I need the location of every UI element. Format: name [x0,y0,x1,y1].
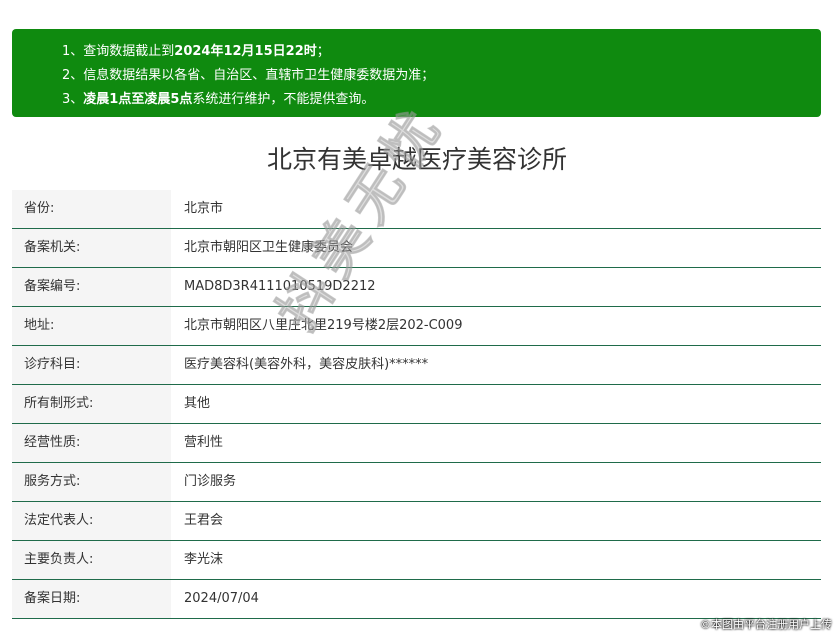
notice-line-1-suffix: ； [316,44,330,59]
row-label: 法定代表人: [12,502,171,540]
notice-line-1: 1、查询数据截止到2024年12月15日22时； [62,40,821,64]
maintenance-mid: 至 [131,92,145,107]
row-label: 经营性质: [12,424,171,462]
maintenance-end: 凌晨5点 [144,92,193,107]
table-row: 地址: 北京市朝阳区八里庄北里219号楼2层202-C009 [12,307,821,346]
row-value: 北京市朝阳区卫生健康委员会 [184,240,354,255]
row-label: 所有制形式: [12,385,171,423]
row-value: 北京市朝阳区八里庄北里219号楼2层202-C009 [184,318,463,333]
row-label: 备案机关: [12,229,171,267]
row-value: 2024/07/04 [184,591,259,606]
record-table: 省份: 北京市 备案机关: 北京市朝阳区卫生健康委员会 备案编号: MAD8D3… [12,190,821,619]
notice-line-3: 3、凌晨1点至凌晨5点系统进行维护，不能提供查询。 [62,88,821,112]
page-title: 北京有美卓越医疗美容诊所 [266,145,567,174]
table-row: 服务方式: 门诊服务 [12,463,821,502]
row-value: 营利性 [184,435,224,450]
notice-line-3-suffix: 系统进行维护，不能提供查询。 [192,92,375,107]
row-value: 门诊服务 [184,474,237,489]
notice-line-3-prefix: 3、 [62,92,84,107]
upload-credit: ©本图由平台注册用户上传 [700,618,832,631]
row-value: 北京市 [184,201,224,216]
row-value: 医疗美容科(美容外科，美容皮肤科)****** [184,357,429,372]
row-value: 王君会 [184,513,224,528]
row-value: 李光沫 [184,552,224,567]
table-row: 经营性质: 营利性 [12,424,821,463]
table-row: 所有制形式: 其他 [12,385,821,424]
notice-line-2: 2、信息数据结果以各省、自治区、直辖市卫生健康委数据为准； [62,68,435,83]
table-row: 诊疗科目: 医疗美容科(美容外科，美容皮肤科)****** [12,346,821,385]
row-label: 地址: [12,307,171,345]
row-value: 其他 [184,396,211,411]
notice-banner: 1、查询数据截止到2024年12月15日22时； 2、信息数据结果以各省、自治区… [12,29,821,117]
row-label: 备案日期: [12,580,171,618]
row-value: MAD8D3R4111010519D2212 [184,279,376,294]
maintenance-start: 凌晨1点 [83,92,132,107]
row-label: 主要负责人: [12,541,171,579]
notice-line-1-prefix: 1、查询数据截止到 [62,44,175,59]
table-row: 备案日期: 2024/07/04 [12,580,821,619]
row-label: 省份: [12,190,171,228]
table-row: 备案机关: 北京市朝阳区卫生健康委员会 [12,229,821,268]
notice-cutoff-time: 2024年12月15日22时 [174,44,317,59]
row-label: 诊疗科目: [12,346,171,384]
table-row: 主要负责人: 李光沫 [12,541,821,580]
table-row: 备案编号: MAD8D3R4111010519D2212 [12,268,821,307]
table-row: 省份: 北京市 [12,190,821,229]
row-label: 服务方式: [12,463,171,501]
table-row: 法定代表人: 王君会 [12,502,821,541]
row-label: 备案编号: [12,268,171,306]
